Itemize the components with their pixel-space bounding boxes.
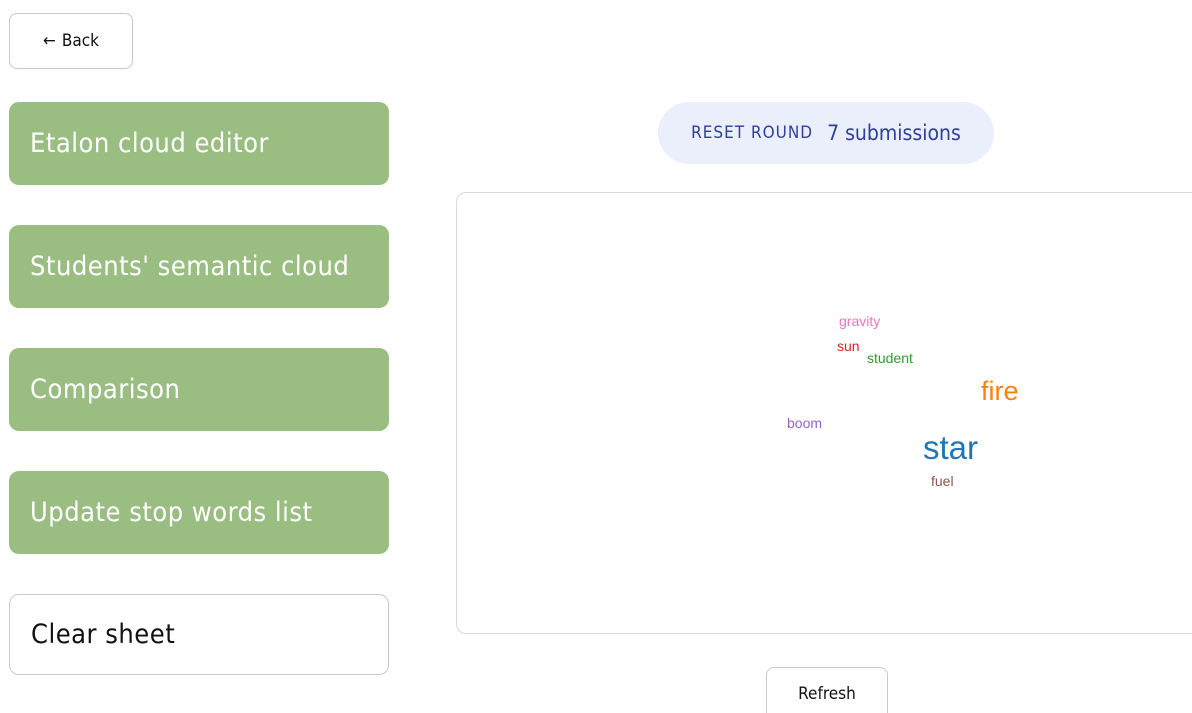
etalon-cloud-editor-label: Etalon cloud editor <box>30 128 269 159</box>
round-status-pill: RESET ROUND 7 submissions <box>658 102 994 164</box>
comparison-button[interactable]: Comparison <box>9 348 389 431</box>
students-semantic-cloud-button[interactable]: Students' semantic cloud <box>9 225 389 308</box>
students-semantic-cloud-label: Students' semantic cloud <box>30 251 350 282</box>
back-button[interactable]: ← Back <box>9 13 133 69</box>
cloud-word: fire <box>981 376 1019 406</box>
cloud-word: boom <box>787 415 823 431</box>
back-label: Back <box>61 31 99 51</box>
update-stop-words-button[interactable]: Update stop words list <box>9 471 389 554</box>
app-page: ← Back Etalon cloud editor Students' sem… <box>0 0 1192 713</box>
cloud-word: gravity <box>839 313 881 329</box>
update-stop-words-label: Update stop words list <box>30 497 313 528</box>
refresh-label: Refresh <box>798 684 856 704</box>
clear-sheet-button[interactable]: Clear sheet <box>9 594 389 675</box>
submissions-count: 7 submissions <box>827 121 961 145</box>
etalon-cloud-editor-button[interactable]: Etalon cloud editor <box>9 102 389 185</box>
refresh-button[interactable]: Refresh <box>766 667 888 713</box>
cloud-word: fuel <box>931 473 954 489</box>
cloud-word: student <box>867 350 913 366</box>
cloud-word: sun <box>837 338 860 354</box>
arrow-left-icon: ← <box>43 31 56 51</box>
cloud-word: star <box>923 429 979 466</box>
word-cloud-panel: gravity sun student fire boom star fuel <box>456 192 1192 634</box>
clear-sheet-label: Clear sheet <box>31 619 176 650</box>
comparison-label: Comparison <box>30 374 181 405</box>
reset-round-button[interactable]: RESET ROUND <box>691 123 813 143</box>
